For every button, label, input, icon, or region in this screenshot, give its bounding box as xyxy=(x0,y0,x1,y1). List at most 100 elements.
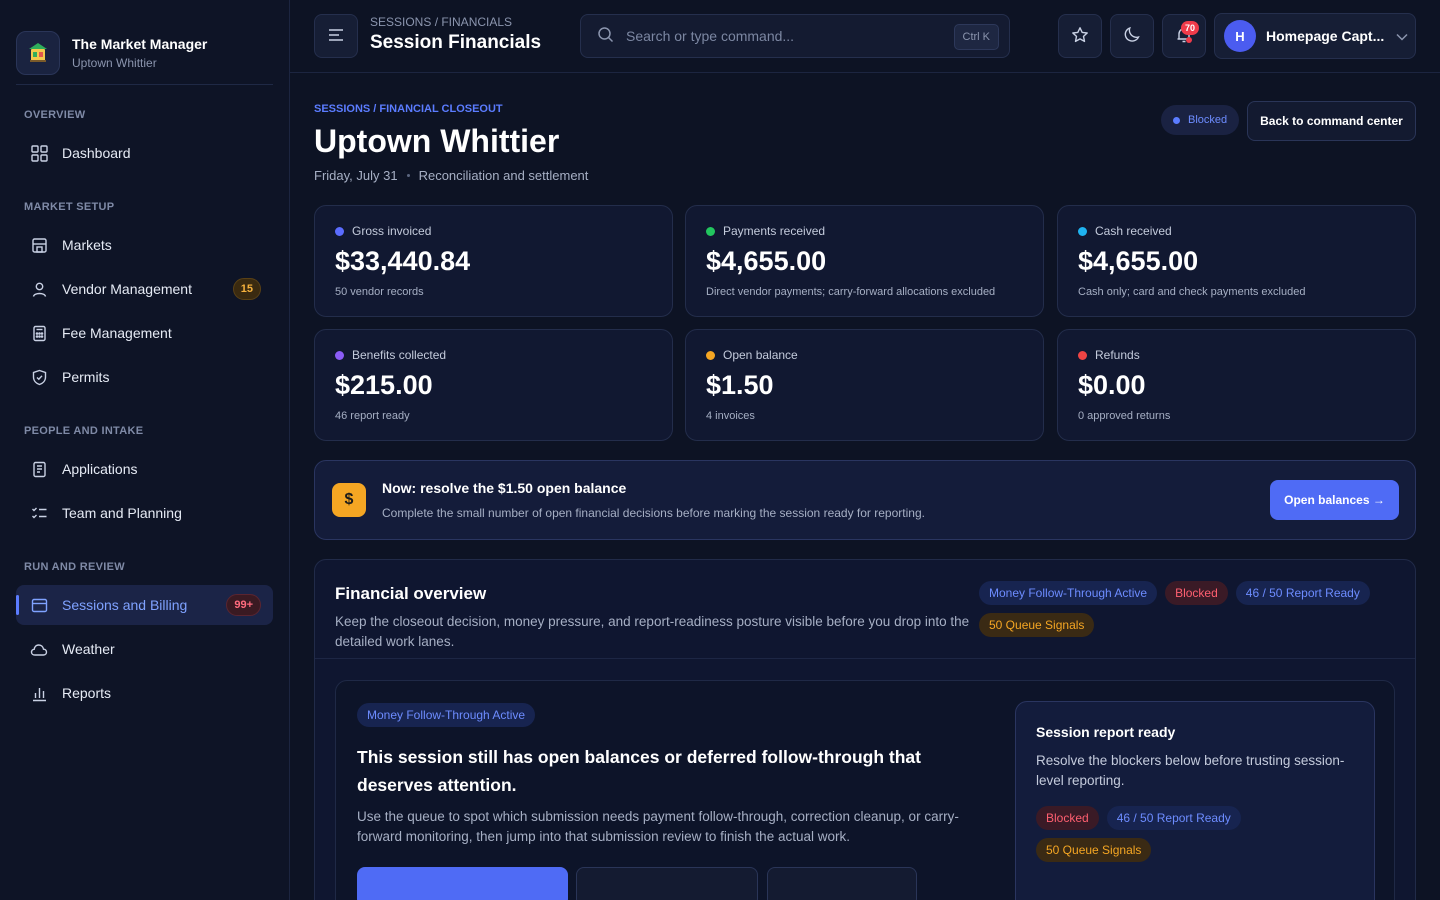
search-icon xyxy=(597,26,614,46)
sidebar-item-label: Fee Management xyxy=(62,325,172,341)
search-bar[interactable]: Ctrl K xyxy=(580,14,1010,58)
search-input[interactable] xyxy=(626,28,946,44)
section-people-and-intake: PEOPLE AND INTAKE xyxy=(24,425,144,437)
stat-note: 50 vendor records xyxy=(335,286,424,298)
sidebar-item-label: Sessions and Billing xyxy=(62,597,188,613)
stat-label: Benefits collected xyxy=(352,348,447,362)
stat-card-gross-invoiced[interactable]: Gross invoiced $33,440.84 50 vendor reco… xyxy=(314,205,673,317)
theme-toggle-button[interactable] xyxy=(1110,14,1154,58)
checklist-icon xyxy=(30,504,48,522)
stat-label: Refunds xyxy=(1095,348,1140,362)
favorites-button[interactable] xyxy=(1058,14,1102,58)
stat-value: $215.00 xyxy=(335,370,433,400)
user-menu-button[interactable]: H Homepage Capt... xyxy=(1214,13,1416,59)
focus-title: This session still has open balances or … xyxy=(357,747,921,795)
sidebar-item-vendor-management[interactable]: Vendor Management 15 xyxy=(16,269,273,309)
sidebar-item-applications[interactable]: Applications xyxy=(16,449,273,489)
count-badge: 99+ xyxy=(226,594,261,616)
avatar: H xyxy=(1224,20,1256,52)
document-icon xyxy=(30,460,48,478)
sidebar-item-label: Dashboard xyxy=(62,145,131,161)
primary-action-button[interactable] xyxy=(357,867,568,900)
stat-value: $4,655.00 xyxy=(706,246,827,276)
cloud-icon xyxy=(30,640,48,658)
sidebar-item-label: Markets xyxy=(62,237,112,253)
sidebar-item-label: Applications xyxy=(62,461,138,477)
chevron-down-icon xyxy=(1396,28,1408,44)
stat-label: Open balance xyxy=(723,348,798,362)
brand[interactable]: The Market Manager Uptown Whittier xyxy=(0,0,289,86)
hamburger-icon xyxy=(328,28,344,45)
sidebar-item-sessions-and-billing[interactable]: Sessions and Billing 99+ xyxy=(16,585,273,625)
sidebar-item-reports[interactable]: Reports xyxy=(16,673,273,713)
sidebar-item-markets[interactable]: Markets xyxy=(16,225,273,265)
stat-card-refunds[interactable]: Refunds $0.00 0 approved returns xyxy=(1057,329,1416,441)
report-card-title: Session report ready xyxy=(1036,724,1176,740)
stat-value: $0.00 xyxy=(1078,370,1146,400)
sidebar-item-label: Weather xyxy=(62,641,115,657)
chip-blocked: Blocked xyxy=(1036,806,1099,830)
page-eyebrow: SESSIONS / FINANCIAL CLOSEOUT xyxy=(314,103,503,115)
stat-note: Cash only; card and check payments exclu… xyxy=(1078,286,1306,298)
focus-chip: Money Follow-Through Active xyxy=(357,703,536,727)
stat-label: Payments received xyxy=(723,224,826,238)
stat-label: Gross invoiced xyxy=(352,224,432,238)
notifications-button[interactable]: 70 xyxy=(1162,14,1206,58)
section-run-and-review: RUN AND REVIEW xyxy=(24,561,125,573)
session-report-card: Session report ready Resolve the blocker… xyxy=(1015,701,1375,900)
color-dot xyxy=(335,226,344,236)
next-action-banner: $ Now: resolve the $1.50 open balance Co… xyxy=(314,460,1416,540)
sidebar-item-permits[interactable]: Permits xyxy=(16,357,273,397)
section-title: Financial overview xyxy=(335,584,487,603)
sidebar-item-dashboard[interactable]: Dashboard xyxy=(16,133,273,173)
grid-icon xyxy=(30,144,48,162)
report-card-text: Resolve the blockers below before trusti… xyxy=(1036,753,1345,788)
status-dot xyxy=(1173,116,1180,124)
divider xyxy=(315,658,1415,659)
stat-note: Direct vendor payments; carry-forward al… xyxy=(706,286,996,298)
sidebar-item-label: Permits xyxy=(62,369,110,385)
stat-card-payments-received[interactable]: Payments received $4,655.00 Direct vendo… xyxy=(685,205,1044,317)
color-dot xyxy=(706,350,715,360)
status-label: Blocked xyxy=(1188,114,1228,126)
stat-card-benefits-collected[interactable]: Benefits collected $215.00 46 report rea… xyxy=(314,329,673,441)
sidebar-item-team-and-planning[interactable]: Team and Planning xyxy=(16,493,273,533)
user-icon xyxy=(30,280,48,298)
topbar: SESSIONS / FINANCIALS Session Financials… xyxy=(290,0,1440,73)
reconciliation-button[interactable] xyxy=(576,867,758,900)
sidebar-item-label: Team and Planning xyxy=(62,505,182,521)
brand-subtitle: Uptown Whittier xyxy=(72,56,157,70)
stat-card-cash-received[interactable]: Cash received $4,655.00 Cash only; card … xyxy=(1057,205,1416,317)
back-to-command-center-button[interactable]: Back to command center xyxy=(1247,101,1416,141)
store-icon xyxy=(30,236,48,254)
menu-toggle-button[interactable] xyxy=(314,14,358,58)
carry-forward-button[interactable] xyxy=(767,867,917,900)
stat-card-open-balance[interactable]: Open balance $1.50 4 invoices xyxy=(685,329,1044,441)
user-name: Homepage Capt... xyxy=(1266,28,1385,44)
chip-blocked: Blocked xyxy=(1165,581,1228,605)
page-meta: Friday, July 31 Reconciliation and settl… xyxy=(314,168,588,183)
alert-text: Complete the small number of open financ… xyxy=(382,506,925,520)
color-dot xyxy=(1078,226,1087,236)
open-balances-button[interactable]: Open balances → xyxy=(1270,480,1399,520)
topbar-title: Session Financials xyxy=(370,32,542,53)
chip-queue-signals: 50 Queue Signals xyxy=(1036,838,1152,862)
section-description: Keep the closeout decision, money pressu… xyxy=(335,614,970,649)
brand-title: The Market Manager xyxy=(72,36,208,52)
chip-report-ready: 46 / 50 Report Ready xyxy=(1106,806,1241,830)
count-badge: 15 xyxy=(232,278,261,300)
sidebar-item-fee-management[interactable]: Fee Management xyxy=(16,313,273,353)
sidebar: The Market Manager Uptown Whittier OVERV… xyxy=(0,0,290,900)
section-market-setup: MARKET SETUP xyxy=(24,201,115,213)
sidebar-item-weather[interactable]: Weather xyxy=(16,629,273,669)
session-date: Friday, July 31 xyxy=(314,168,398,183)
stat-label: Cash received xyxy=(1095,224,1172,238)
stat-note: 46 report ready xyxy=(335,410,410,422)
dollar-icon: $ xyxy=(332,483,366,517)
calculator-icon xyxy=(30,324,48,342)
status-badge: Blocked xyxy=(1161,105,1240,135)
divider xyxy=(16,84,273,85)
page-subtitle: Reconciliation and settlement xyxy=(418,168,589,183)
moon-icon xyxy=(1123,26,1141,47)
focus-text: Use the queue to spot which submission n… xyxy=(357,809,959,844)
